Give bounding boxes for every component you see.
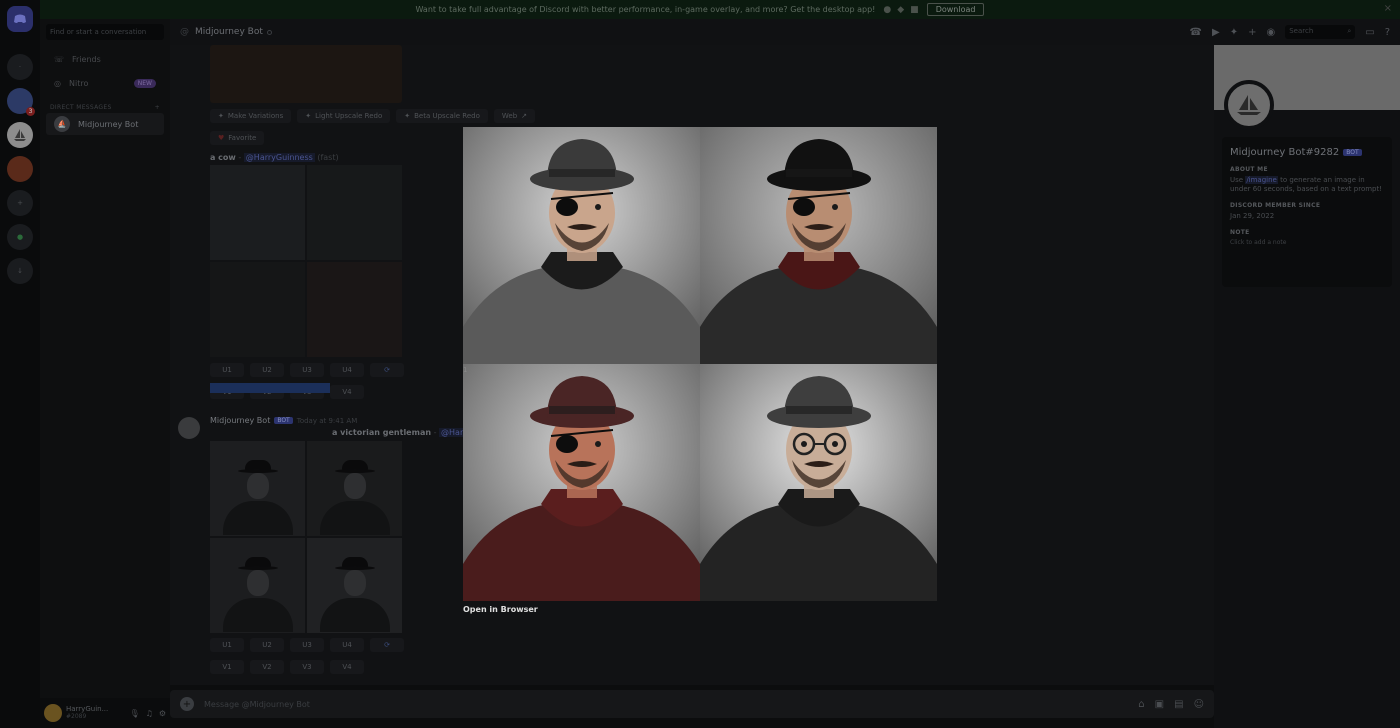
portrait-image-4 bbox=[700, 364, 937, 601]
portrait-drawing bbox=[463, 127, 700, 364]
portrait-drawing bbox=[700, 364, 937, 601]
portrait-image-2 bbox=[700, 127, 937, 364]
discord-app: Want to take full advantage of Discord w… bbox=[0, 0, 1400, 728]
portrait-image-1 bbox=[463, 127, 700, 364]
portrait-drawing bbox=[700, 127, 937, 364]
portrait-image-3 bbox=[463, 364, 700, 601]
image-lightbox[interactable] bbox=[463, 127, 937, 601]
quadrant-marker: 1 bbox=[463, 366, 468, 374]
portrait-drawing bbox=[463, 364, 700, 601]
open-in-browser-link[interactable]: Open in Browser bbox=[463, 605, 538, 614]
